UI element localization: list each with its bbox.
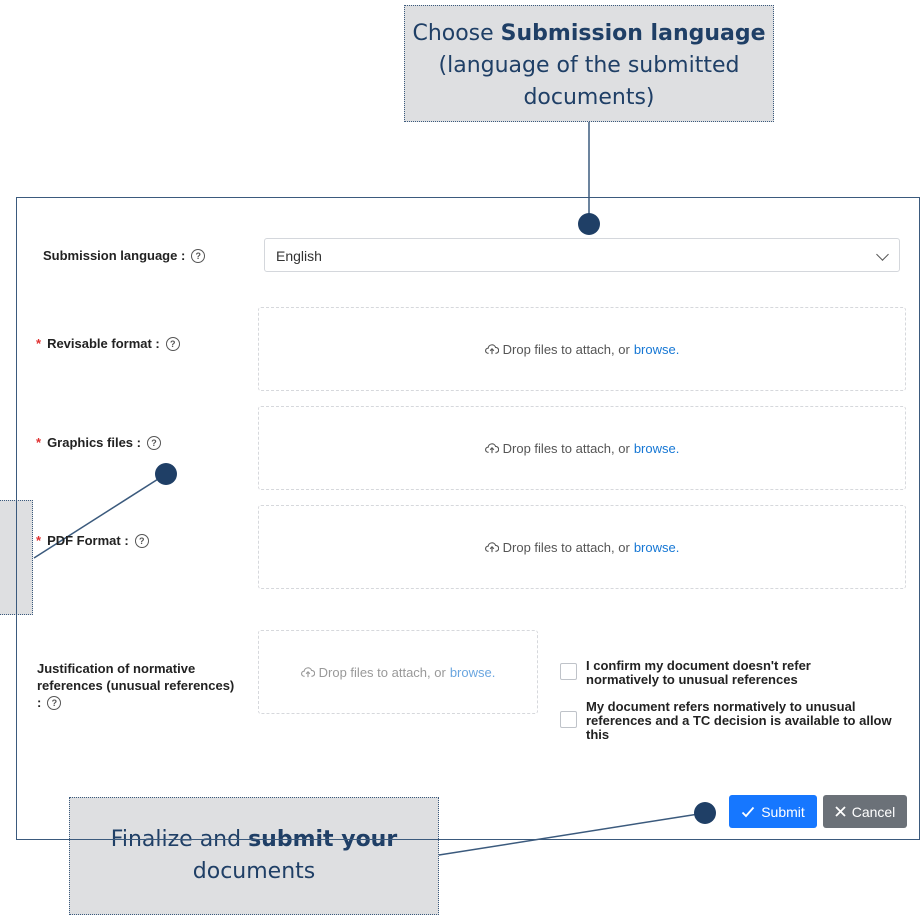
cloud-upload-icon [300,667,315,678]
checkbox-label: this [586,727,610,742]
callout-dot-left [155,463,177,485]
question-circle-icon[interactable]: ? [47,696,62,710]
select-value: English [276,248,322,264]
required-marker: * [36,336,42,351]
question-circle-icon[interactable]: ? [191,249,206,263]
checkbox-row-tc-decision: My document refers normatively to unusua… [560,700,892,742]
label-text: PDF Format : [47,533,129,548]
callout-dot-top [578,213,600,235]
submit-label: Submit [761,803,805,820]
callout-text: documents [192,859,316,884]
submission-language-label: Submission language :? [43,248,206,263]
callout-dot-bottom [694,802,716,824]
question-circle-icon[interactable]: ? [146,436,161,450]
callout-text: (language of the submitted [438,53,740,78]
dropzone-text: Drop files to attach, or [502,440,630,456]
pdf-format-label: * PDF Format :? [36,533,149,548]
label-text: : [37,695,42,710]
label-text: Graphics files : [47,435,141,450]
browse-link[interactable]: browse. [634,441,680,456]
revisable-format-dropzone[interactable]: Drop files to attach, or browse. [258,307,906,391]
required-marker: * [36,435,42,450]
question-circle-icon[interactable]: ? [165,337,180,351]
justification-label: Justification of normative references (u… [37,660,234,711]
checkbox-label: I confirm my document doesn't refer [586,658,811,673]
graphics-files-dropzone[interactable]: Drop files to attach, or browse. [258,406,906,490]
tc-decision-checkbox[interactable] [560,711,577,728]
checkbox-label: references and a TC decision is availabl… [586,713,892,728]
browse-link[interactable]: browse. [634,342,680,357]
graphics-files-label: * Graphics files :? [36,435,161,450]
chevron-down-icon [876,248,889,261]
dropzone-text: Drop files to attach, or [502,341,630,357]
callout-submission-language: Choose Submission language (language of … [404,5,774,122]
dropzone-text: Drop files to attach, or [318,664,446,680]
callout-text: documents) [523,85,655,110]
pdf-format-dropzone[interactable]: Drop files to attach, or browse. [258,505,906,589]
browse-link[interactable]: browse. [634,540,680,555]
checkbox-label: My document refers normatively to unusua… [586,699,856,714]
callout-text-bold: Submission language [500,21,766,46]
submission-language-select[interactable]: English [264,238,900,272]
label-text: Submission language : [43,248,186,263]
checkbox-row-no-unusual-references: I confirm my document doesn't refer norm… [560,659,811,687]
close-icon [835,806,846,817]
justification-dropzone[interactable]: Drop files to attach, or browse. [258,630,538,714]
cancel-button[interactable]: Cancel [823,795,907,828]
no-unusual-references-checkbox[interactable] [560,663,577,680]
required-marker: * [36,533,42,548]
label-text: references (unusual references) [37,678,235,693]
question-circle-icon[interactable]: ? [134,534,149,548]
cloud-upload-icon [484,542,499,553]
label-text: Revisable format : [47,336,160,351]
checkbox-label: normatively to unusual references [586,672,798,687]
revisable-format-label: * Revisable format :? [36,336,180,351]
cloud-upload-icon [484,344,499,355]
check-icon [742,806,755,817]
submit-button[interactable]: Submit [729,795,817,828]
dropzone-text: Drop files to attach, or [502,539,630,555]
cloud-upload-icon [484,443,499,454]
callout-text: Choose [412,21,501,46]
label-text: Justification of normative [37,661,196,676]
browse-link[interactable]: browse. [450,665,496,680]
cancel-label: Cancel [851,803,896,820]
